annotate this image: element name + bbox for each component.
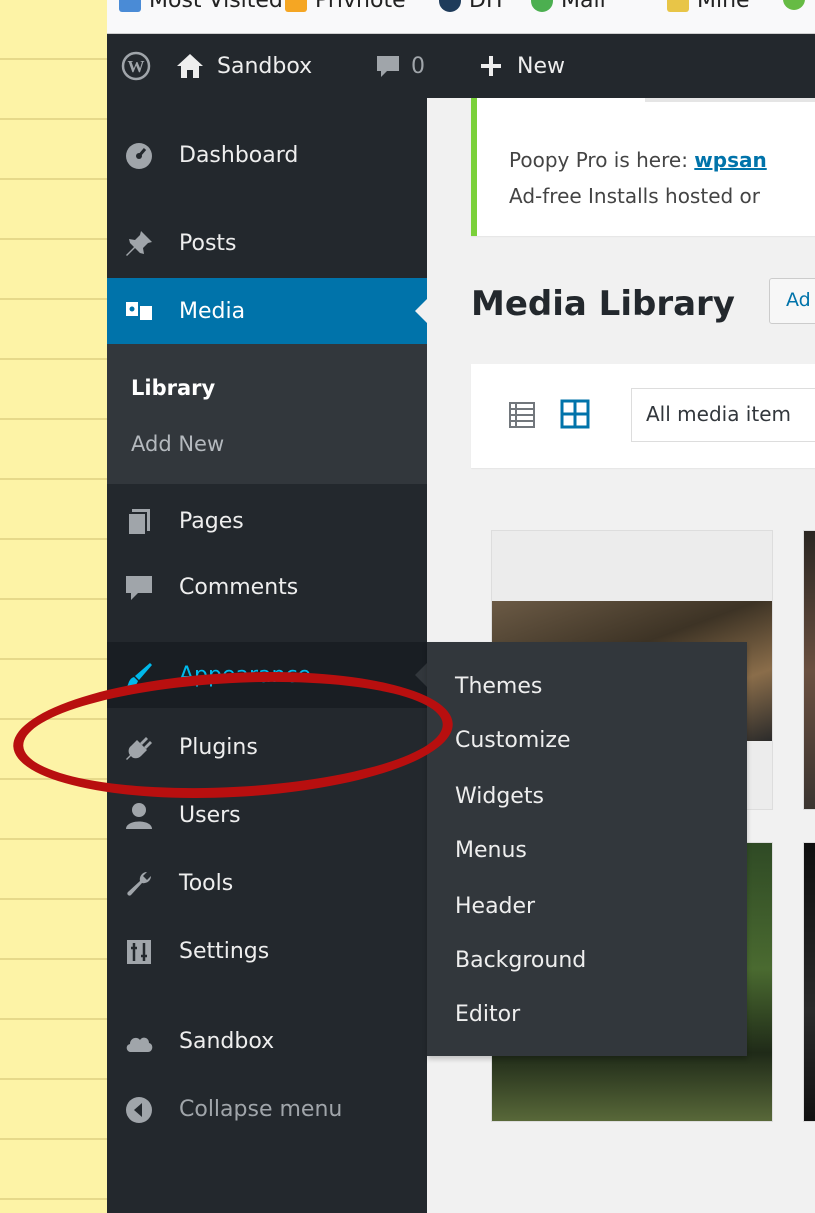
sidebar-item-label: Pages <box>179 508 244 534</box>
sidebar-item-label: Sandbox <box>179 1028 275 1054</box>
pin-icon <box>126 231 152 256</box>
plus-icon <box>481 56 501 76</box>
notice-line-1: Poopy Pro is here: wpsan <box>509 148 767 172</box>
thumbnail-image <box>804 843 815 1121</box>
extra-favicon-icon <box>783 0 805 10</box>
current-indicator <box>415 299 427 323</box>
sidebar-item-label: Media <box>179 298 246 324</box>
sidebar-item-label: Tools <box>179 870 234 896</box>
flyout-item-widgets[interactable]: Widgets <box>455 784 544 809</box>
sidebar-item-label: Appearance <box>179 662 312 688</box>
sidebar-item-label: Posts <box>179 230 237 256</box>
sidebar-item-posts[interactable]: Posts <box>107 210 427 276</box>
wp-logo-button[interactable]: W <box>121 34 151 98</box>
pages-icon <box>127 509 150 536</box>
collapse-menu-button[interactable]: Collapse menu <box>107 1076 427 1142</box>
appearance-flyout-menu: Themes Customize Widgets Menus Header Ba… <box>427 642 747 1056</box>
media-icon <box>126 302 152 320</box>
sidebar-item-pages[interactable]: Pages <box>107 488 427 554</box>
sidebar-item-tools[interactable]: Tools <box>107 850 427 916</box>
notice-line-2: Ad-free Installs hosted or <box>509 184 761 208</box>
sidebar-item-users[interactable]: Users <box>107 782 427 848</box>
add-new-button[interactable]: Ad <box>769 278 815 324</box>
comment-icon <box>126 576 152 600</box>
sidebar-item-appearance[interactable]: Appearance <box>107 642 427 708</box>
mail-favicon-icon <box>531 0 553 12</box>
comments-link[interactable]: 0 <box>375 34 425 98</box>
sidebar-item-label: Collapse menu <box>179 1096 343 1122</box>
comments-count: 0 <box>411 53 425 79</box>
users-icon <box>126 803 152 829</box>
settings-icon <box>127 940 151 964</box>
sidebar-item-plugins[interactable]: Plugins <box>107 714 427 780</box>
gear-favicon-icon <box>119 0 141 12</box>
media-submenu: Library Add New <box>107 344 427 484</box>
media-toolbar: All media item <box>471 364 815 468</box>
wordpress-logo-icon: W <box>121 51 151 81</box>
bookmark-mine[interactable]: Mine <box>667 0 750 13</box>
sidebar-item-label: Dashboard <box>179 142 299 168</box>
dashboard-icon <box>126 143 152 169</box>
admin-bar: W Sandbox 0 New <box>107 34 815 98</box>
plugin-icon <box>126 737 152 760</box>
flyout-indicator <box>415 663 427 687</box>
brush-icon <box>126 663 152 688</box>
bookmark-privnote[interactable]: Privnote <box>285 0 406 13</box>
notice-top-bar <box>645 98 815 102</box>
sidebar-item-label: Comments <box>179 574 299 600</box>
collapse-icon <box>126 1097 152 1123</box>
admin-notice: Poopy Pro is here: wpsan Ad-free Install… <box>471 98 815 236</box>
sidebar-item-media[interactable]: Media <box>107 278 427 344</box>
new-content-link[interactable]: New <box>479 34 565 98</box>
flyout-item-editor[interactable]: Editor <box>455 1002 520 1027</box>
submenu-item-add-new[interactable]: Add New <box>131 432 224 456</box>
notice-link[interactable]: wpsan <box>694 148 766 172</box>
sidebar-item-dashboard[interactable]: Dashboard <box>107 122 427 188</box>
bookmark-most-visited[interactable]: Most Visited <box>119 0 283 13</box>
bookmark-mail[interactable]: Mail <box>531 0 606 13</box>
site-name-link[interactable]: Sandbox <box>175 34 312 98</box>
wrench-icon <box>127 872 151 896</box>
new-label: New <box>517 53 565 79</box>
comment-icon <box>377 56 399 77</box>
thumbnail-image <box>804 531 815 809</box>
folder-favicon-icon <box>667 0 689 12</box>
sidebar-item-settings[interactable]: Settings <box>107 918 427 984</box>
sidebar-item-comments[interactable]: Comments <box>107 554 427 620</box>
home-icon <box>177 54 203 78</box>
dh-favicon-icon <box>439 0 461 12</box>
flyout-item-menus[interactable]: Menus <box>455 838 527 863</box>
svg-text:W: W <box>128 57 145 76</box>
flyout-item-background[interactable]: Background <box>455 948 586 973</box>
flyout-item-themes[interactable]: Themes <box>455 674 542 699</box>
bookmark-extra[interactable] <box>783 0 813 10</box>
cloud-icon <box>126 1037 153 1052</box>
sidebar-item-label: Users <box>179 802 241 828</box>
bookmark-dh[interactable]: DH <box>439 0 502 13</box>
flyout-item-header[interactable]: Header <box>455 894 535 919</box>
page-title: Media Library <box>471 284 735 324</box>
sidebar-item-label: Settings <box>179 938 270 964</box>
media-thumbnail[interactable] <box>803 842 815 1122</box>
browser-screen: Most Visited Privnote DH Mail Mine W San… <box>107 0 815 1213</box>
bookmarks-toolbar: Most Visited Privnote DH Mail Mine <box>107 0 815 34</box>
privnote-favicon-icon <box>285 0 307 12</box>
media-thumbnail[interactable] <box>803 530 815 810</box>
admin-sidebar: Dashboard Posts Media Library Add New Pa… <box>107 98 427 1213</box>
grid-view-icon[interactable] <box>559 398 591 430</box>
sidebar-item-sandbox[interactable]: Sandbox <box>107 1008 427 1074</box>
site-name: Sandbox <box>217 53 313 79</box>
submenu-item-library[interactable]: Library <box>131 376 215 400</box>
list-view-icon[interactable] <box>507 400 537 430</box>
sidebar-item-label: Plugins <box>179 734 258 760</box>
media-type-filter[interactable]: All media item <box>631 388 815 442</box>
flyout-item-customize[interactable]: Customize <box>455 728 570 753</box>
